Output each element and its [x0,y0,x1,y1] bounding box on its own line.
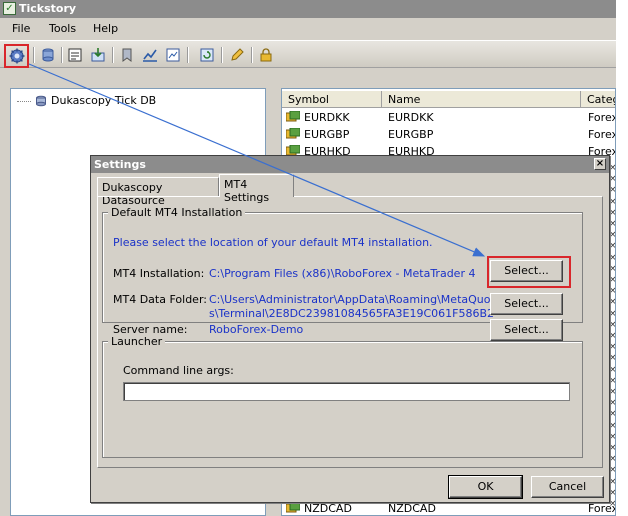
row-end-marker: × [609,208,616,218]
row-end-marker: × [609,197,616,207]
mt4-data-folder-label: MT4 Data Folder: [113,293,207,306]
app-icon: ✓ [3,2,16,15]
row-end-marker: × [609,398,616,408]
group-legend: Default MT4 Installation [108,206,246,219]
highlight-box [487,256,571,288]
lock-icon [260,48,272,62]
chart-icon [143,49,157,62]
group-legend: Launcher [108,335,166,348]
row-end-marker: × [609,376,616,386]
export-icon [68,48,82,62]
command-line-args-input[interactable] [123,382,570,401]
refresh-button[interactable] [197,45,217,65]
row-end-marker: × [609,477,616,487]
row-end-marker: × [609,342,616,352]
row-end-marker: × [609,421,616,431]
tree-node-label: Dukascopy Tick DB [51,94,157,107]
row-end-marker: × [609,443,616,453]
default-mt4-group: Default MT4 Installation Please select t… [102,206,583,341]
row-end-marker: × [609,230,616,240]
symbol-code: NZDCAD [304,502,352,515]
menu-bar: File Tools Help [0,18,616,40]
mt4-installation-label: MT4 Installation: [113,267,205,280]
select-data-folder-button[interactable]: Select... [490,293,563,315]
row-end-marker: × [609,309,616,319]
row-end-marker: × [609,331,616,341]
bookmark-button[interactable] [117,45,137,65]
toolbar-separator [112,47,114,63]
tab-mt4-settings[interactable]: MT4 Settings [219,174,294,204]
currency-icon [286,502,300,513]
row-end-marker: × [609,387,616,397]
row-end-marker: × [609,253,616,263]
row-end-marker: × [609,409,616,419]
lock-button[interactable] [256,45,276,65]
toolbar-separator [61,47,63,63]
row-end-marker: × [609,163,616,173]
row-end-marker: × [609,264,616,274]
row-end-marker: × [609,488,616,498]
export-button[interactable] [65,45,85,65]
row-end-marker: × [609,353,616,363]
tree-connector [17,101,31,102]
install-hint: Please select the location of your defau… [113,236,433,249]
download-icon [91,48,105,62]
row-end-marker: × [609,241,616,251]
launcher-group: Launcher Command line args: [102,335,583,458]
row-end-marker: × [609,454,616,464]
tab-panel: Default MT4 Installation Please select t… [97,196,603,468]
settings-dialog: Settings × Dukascopy Datasource MT4 Sett… [90,155,610,503]
database-icon [36,95,46,106]
row-end-marker: × [609,185,616,195]
symbol-name: NZDCAD [388,502,436,515]
row-end-marker: × [609,219,616,229]
edit-button[interactable] [227,45,247,65]
refresh-icon [200,48,214,62]
chart-button[interactable] [140,45,160,65]
menu-file[interactable]: File [8,22,34,35]
row-end-marker: × [609,174,616,184]
toolbar-separator [221,47,223,63]
settings-icon [9,48,24,64]
toolbar-separator [33,47,35,63]
cancel-button[interactable]: Cancel [531,476,604,498]
view-button[interactable] [163,45,183,65]
row-end-marker: × [609,432,616,442]
toolbar [0,40,616,68]
dialog-title-bar: Settings × [91,156,609,173]
ok-button[interactable]: OK [448,475,523,499]
tab-dukascopy-datasource[interactable]: Dukascopy Datasource [97,177,219,207]
row-end-marker: × [609,275,616,285]
menu-help[interactable]: Help [89,22,122,35]
mt4-data-folder-value-continued: s\Terminal\2E8DC23981084565FA3E19C061F58… [209,307,495,320]
settings-button[interactable] [4,44,29,68]
toolbar-separator [251,47,253,63]
symbol-category: Forex [588,502,616,515]
toolbar-separator [187,47,189,63]
mt4-data-folder-value: C:\Users\Administrator\AppData\Roaming\M… [209,293,502,306]
row-end-marker: × [609,297,616,307]
tree-node-dukascopy[interactable]: Dukascopy Tick DB [17,94,156,107]
import-icon [42,48,54,62]
row-end-marker: × [609,365,616,375]
title-bar: ✓ Tickstory [0,0,616,18]
row-end-marker: × [609,320,616,330]
view-icon [166,48,180,62]
download-button[interactable] [88,45,108,65]
row-end-marker: × [609,465,616,475]
dialog-title: Settings [94,158,146,171]
app-title: Tickstory [19,2,77,15]
import-button[interactable] [38,45,58,65]
edit-icon [231,48,244,61]
command-line-args-label: Command line args: [123,364,234,377]
menu-tools[interactable]: Tools [45,22,80,35]
bookmark-icon [122,48,132,62]
row-end-marker: × [609,286,616,296]
close-icon[interactable]: × [594,158,606,170]
mt4-installation-value: C:\Program Files (x86)\RoboForex - MetaT… [209,267,476,280]
